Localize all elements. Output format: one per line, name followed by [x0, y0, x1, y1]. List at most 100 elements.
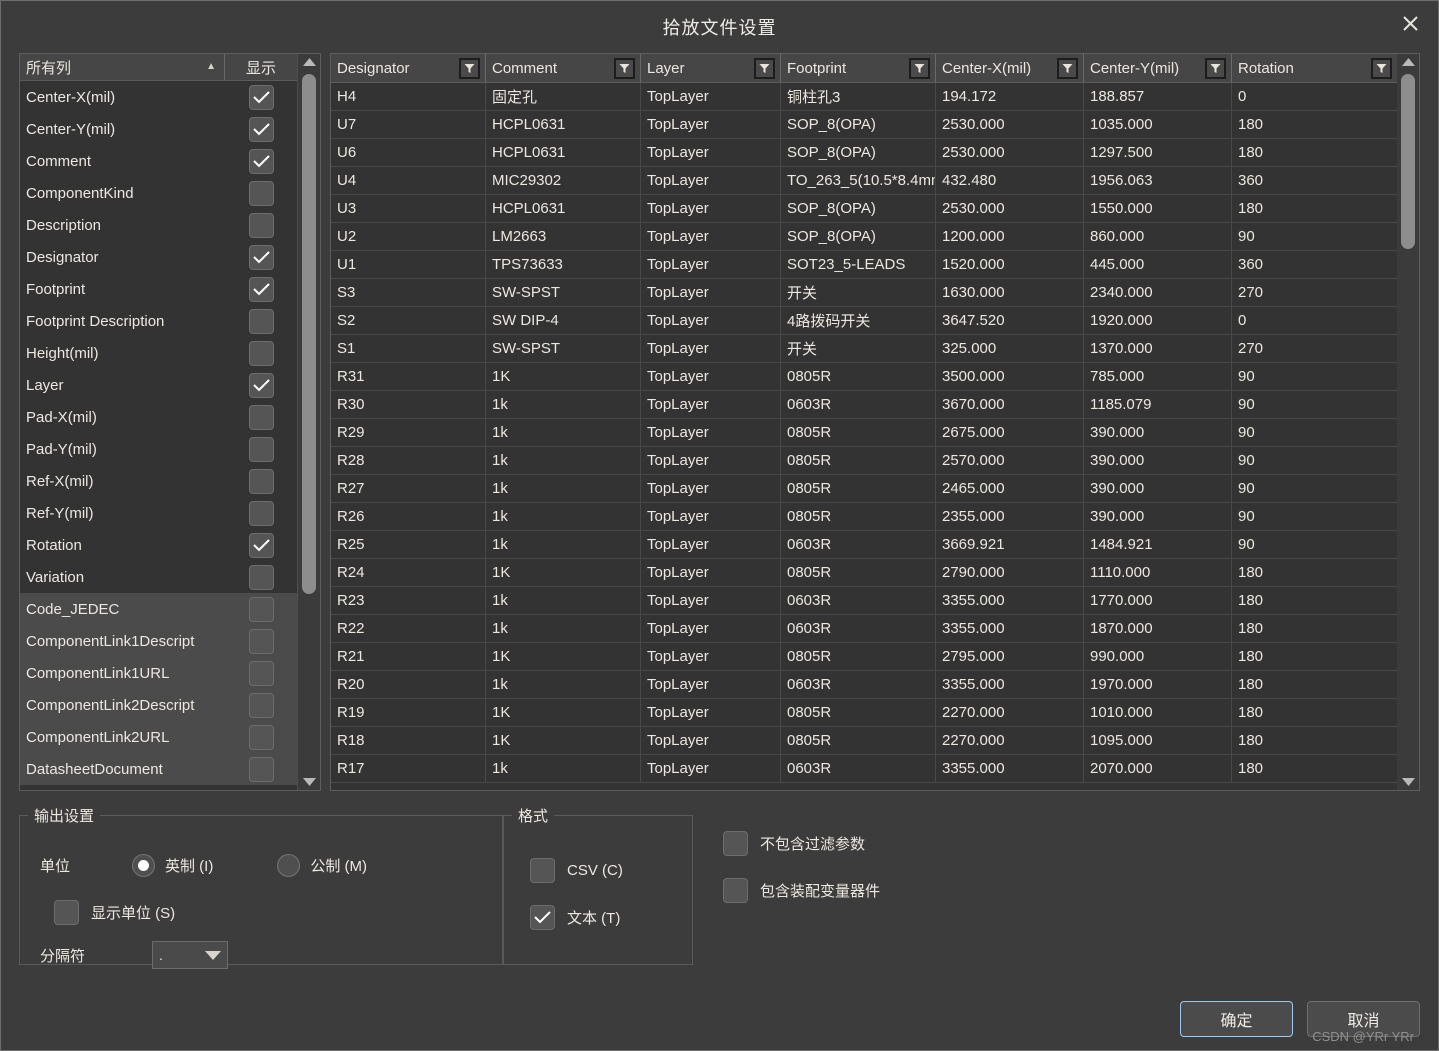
column-visibility-checkbox[interactable] [248, 148, 274, 174]
column-visibility-checkbox[interactable] [248, 276, 274, 302]
scroll-down-icon[interactable] [298, 774, 320, 790]
all-columns-scroll-thumb[interactable] [302, 74, 316, 594]
column-list-item[interactable]: Height(mil) [20, 337, 297, 369]
column-visibility-checkbox[interactable] [248, 212, 274, 238]
column-list-item[interactable]: Pad-Y(mil) [20, 433, 297, 465]
table-row[interactable]: R23 1k TopLayer 0603R 3355.000 1770.000 180 [331, 587, 1397, 615]
column-list-item[interactable]: ComponentLink2URL [20, 721, 297, 753]
table-row[interactable]: R21 1K TopLayer 0805R 2795.000 990.000 180 [331, 643, 1397, 671]
column-visibility-checkbox[interactable] [248, 244, 274, 270]
grid-column-header[interactable]: Rotation [1232, 54, 1397, 82]
grid-scroll-down-icon[interactable] [1397, 774, 1419, 790]
table-row[interactable]: U7 HCPL0631 TopLayer SOP_8(OPA) 2530.000 1035… [331, 111, 1397, 139]
column-visibility-checkbox[interactable] [248, 340, 274, 366]
table-row[interactable]: R25 1k TopLayer 0603R 3669.921 1484.921 90 [331, 531, 1397, 559]
csv-checkbox[interactable] [530, 858, 555, 883]
filter-icon[interactable] [754, 57, 775, 79]
table-row[interactable]: R24 1K TopLayer 0805R 2790.000 1110.000 180 [331, 559, 1397, 587]
table-row[interactable]: R20 1k TopLayer 0603R 3355.000 1970.000 180 [331, 671, 1397, 699]
column-list-item[interactable]: Center-X(mil) [20, 81, 297, 113]
filter-icon[interactable] [459, 57, 480, 79]
table-row[interactable]: R26 1k TopLayer 0805R 2355.000 390.000 90 [331, 503, 1397, 531]
column-list-item[interactable]: ComponentLink2Descript [20, 689, 297, 721]
column-visibility-checkbox[interactable] [248, 660, 274, 686]
table-row[interactable]: U1 TPS73633 TopLayer SOT23_5-LEADS 1520.000 4… [331, 251, 1397, 279]
grid-column-header[interactable]: Footprint [781, 54, 936, 82]
all-columns-sort-header[interactable]: 所有列 ▲ [20, 54, 225, 80]
grid-column-header[interactable]: Layer [641, 54, 781, 82]
table-row[interactable]: S3 SW-SPST TopLayer 开关 1630.000 2340.000 270 [331, 279, 1397, 307]
column-list-item[interactable]: Ref-Y(mil) [20, 497, 297, 529]
column-visibility-checkbox[interactable] [248, 116, 274, 142]
table-row[interactable]: R29 1k TopLayer 0805R 2675.000 390.000 90 [331, 419, 1397, 447]
column-visibility-checkbox[interactable] [248, 596, 274, 622]
grid-scroll-thumb[interactable] [1401, 74, 1415, 249]
column-list-item[interactable]: Code_JEDEC [20, 593, 297, 625]
column-visibility-checkbox[interactable] [248, 500, 274, 526]
grid-body[interactable]: H4 固定孔 TopLayer 铜柱孔3 194.172 188.857 0 U7 HCPL06… [331, 83, 1397, 790]
column-list-item[interactable]: Ref-X(mil) [20, 465, 297, 497]
filter-icon[interactable] [909, 57, 930, 79]
metric-radio[interactable] [277, 854, 301, 877]
column-visibility-checkbox[interactable] [248, 372, 274, 398]
table-row[interactable]: H4 固定孔 TopLayer 铜柱孔3 194.172 188.857 0 [331, 83, 1397, 111]
separator-select[interactable]: . [152, 941, 228, 969]
table-row[interactable]: U4 MIC29302 TopLayer TO_263_5(10.5*8.4mm) 43… [331, 167, 1397, 195]
scroll-up-icon[interactable] [298, 54, 320, 70]
table-row[interactable]: R30 1k TopLayer 0603R 3670.000 1185.079 90 [331, 391, 1397, 419]
column-visibility-checkbox[interactable] [248, 84, 274, 110]
grid-scroll-track[interactable] [1397, 70, 1419, 774]
imperial-radio[interactable] [132, 854, 155, 877]
table-row[interactable]: U6 HCPL0631 TopLayer SOP_8(OPA) 2530.000 1297… [331, 139, 1397, 167]
column-list-item[interactable]: Footprint Description [20, 305, 297, 337]
table-row[interactable]: U2 LM2663 TopLayer SOP_8(OPA) 1200.000 860.00… [331, 223, 1397, 251]
column-visibility-checkbox[interactable] [248, 468, 274, 494]
column-visibility-checkbox[interactable] [248, 724, 274, 750]
column-visibility-checkbox[interactable] [248, 564, 274, 590]
column-visibility-checkbox[interactable] [248, 436, 274, 462]
column-list-item[interactable]: Designator [20, 241, 297, 273]
column-list-item[interactable]: ComponentLink1Descript [20, 625, 297, 657]
column-list-item[interactable]: Rotation [20, 529, 297, 561]
column-visibility-checkbox[interactable] [248, 692, 274, 718]
grid-column-header[interactable]: Designator [331, 54, 486, 82]
column-list-item[interactable]: Pad-X(mil) [20, 401, 297, 433]
table-row[interactable]: R19 1K TopLayer 0805R 2270.000 1010.000 180 [331, 699, 1397, 727]
column-visibility-checkbox[interactable] [248, 308, 274, 334]
table-row[interactable]: S2 SW DIP-4 TopLayer 4路拨码开关 3647.520 1920.000… [331, 307, 1397, 335]
table-row[interactable]: S1 SW-SPST TopLayer 开关 325.000 1370.000 270 [331, 335, 1397, 363]
ok-button[interactable]: 确定 [1180, 1001, 1293, 1037]
show-unit-checkbox[interactable] [54, 900, 79, 925]
grid-scrollbar[interactable] [1397, 54, 1419, 790]
column-visibility-checkbox[interactable] [248, 532, 274, 558]
table-row[interactable]: R31 1K TopLayer 0805R 3500.000 785.000 90 [331, 363, 1397, 391]
table-row[interactable]: R18 1K TopLayer 0805R 2270.000 1095.000 180 [331, 727, 1397, 755]
all-columns-scrollbar[interactable] [298, 54, 320, 790]
column-list-item[interactable]: ComponentKind [20, 177, 297, 209]
table-row[interactable]: R28 1k TopLayer 0805R 2570.000 390.000 90 [331, 447, 1397, 475]
column-visibility-checkbox[interactable] [248, 180, 274, 206]
column-list-item[interactable]: Footprint [20, 273, 297, 305]
column-list-item[interactable]: ComponentLink1URL [20, 657, 297, 689]
column-list-item[interactable]: Layer [20, 369, 297, 401]
filter-icon[interactable] [1205, 57, 1226, 79]
table-row[interactable]: R27 1k TopLayer 0805R 2465.000 390.000 90 [331, 475, 1397, 503]
cancel-button[interactable]: 取消 [1307, 1001, 1420, 1037]
column-list-item[interactable]: Variation [20, 561, 297, 593]
table-row[interactable]: R22 1k TopLayer 0603R 3355.000 1870.000 180 [331, 615, 1397, 643]
column-visibility-checkbox[interactable] [248, 404, 274, 430]
filter-icon[interactable] [1057, 57, 1078, 79]
all-columns-list[interactable]: Center-X(mil) Center-Y(mil) Comment Compone… [20, 81, 297, 790]
all-columns-scroll-track[interactable] [298, 70, 320, 774]
grid-column-header[interactable]: Center-X(mil) [936, 54, 1084, 82]
grid-column-header[interactable]: Center-Y(mil) [1084, 54, 1232, 82]
grid-column-header[interactable]: Comment [486, 54, 641, 82]
column-list-item[interactable]: Description [20, 209, 297, 241]
table-row[interactable]: U3 HCPL0631 TopLayer SOP_8(OPA) 2530.000 1550… [331, 195, 1397, 223]
grid-scroll-up-icon[interactable] [1397, 54, 1419, 70]
filter-icon[interactable] [1371, 57, 1392, 79]
column-visibility-checkbox[interactable] [248, 756, 274, 782]
text-checkbox[interactable] [530, 905, 555, 930]
column-list-item[interactable]: Comment [20, 145, 297, 177]
extra-option-checkbox[interactable] [723, 878, 748, 903]
